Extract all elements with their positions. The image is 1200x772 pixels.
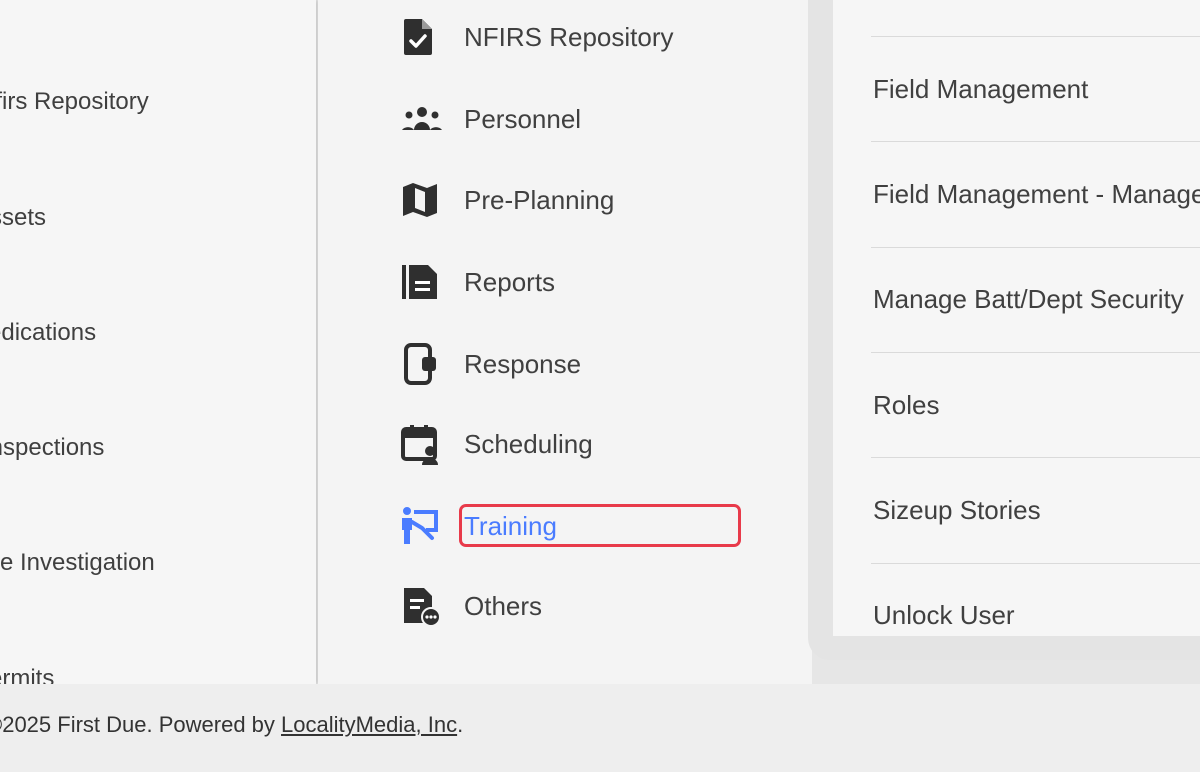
training-instructor-icon [400,504,444,548]
footer-trailing: . [457,712,464,737]
map-icon [400,178,444,222]
left-item-medications[interactable]: Medications [0,319,96,347]
nav-item-label: Personnel [464,103,582,134]
left-item-inspections[interactable]: Inspections [0,434,104,462]
report-document-icon [400,260,444,304]
footer-copyright: ©2025 First Due. Powered by LocalityMedi… [0,712,463,738]
divider [871,457,1200,458]
submenu-item-sizeup-stories[interactable]: Sizeup Stories [873,495,1041,526]
left-item-fire-investigation[interactable]: Fire Investigation [0,549,155,577]
highlight-annotation [459,504,741,547]
left-item-nfirs-repository[interactable]: Nfirs Repository [0,88,149,116]
left-item-assets[interactable]: Assets [0,204,46,232]
document-more-icon [400,584,444,628]
nav-item-label: Pre-Planning [464,184,615,215]
mobile-device-icon [400,342,444,386]
nav-item-scheduling[interactable]: Scheduling [400,419,780,469]
calendar-user-icon [400,422,444,466]
left-menu-column: Nfirs Repository Assets Medications Insp… [0,0,316,684]
nav-item-nfirs-repository[interactable]: NFIRS Repository [400,12,780,62]
footer-company-link[interactable]: LocalityMedia, Inc [281,712,457,737]
page-footer: ©2025 First Due. Powered by LocalityMedi… [0,684,1200,772]
submenu-item-field-management[interactable]: Field Management [873,74,1088,105]
divider [871,141,1200,142]
submenu-item-roles[interactable]: Roles [873,390,939,421]
nav-item-label: Others [464,590,543,621]
submenu-item-field-management-manage[interactable]: Field Management - Manage [873,179,1200,210]
nav-item-label: Scheduling [464,428,593,459]
nav-item-label: NFIRS Repository [464,21,674,52]
divider [871,563,1200,564]
nav-item-personnel[interactable]: Personnel [400,94,780,144]
submenu-panel: Field Management Field Management - Mana… [833,0,1200,636]
nav-item-pre-planning[interactable]: Pre-Planning [400,175,780,225]
left-item-permits[interactable]: Permits [0,665,54,684]
divider [871,352,1200,353]
divider [871,36,1200,37]
nav-item-label: Response [464,348,582,379]
people-group-icon [400,97,444,141]
module-nav-column: NFIRS Repository Personnel Pre-Planning [318,0,812,684]
submenu-item-unlock-user[interactable]: Unlock User [873,600,1015,631]
submenu-item-manage-batt-dept-security[interactable]: Manage Batt/Dept Security [873,284,1184,315]
divider [871,247,1200,248]
nav-item-response[interactable]: Response [400,339,780,389]
nav-item-others[interactable]: Others [400,581,780,631]
document-check-icon [400,15,444,59]
footer-copyright-text: ©2025 First Due. Powered by [0,712,282,737]
nav-item-label: Reports [464,266,556,297]
nav-item-reports[interactable]: Reports [400,257,780,307]
